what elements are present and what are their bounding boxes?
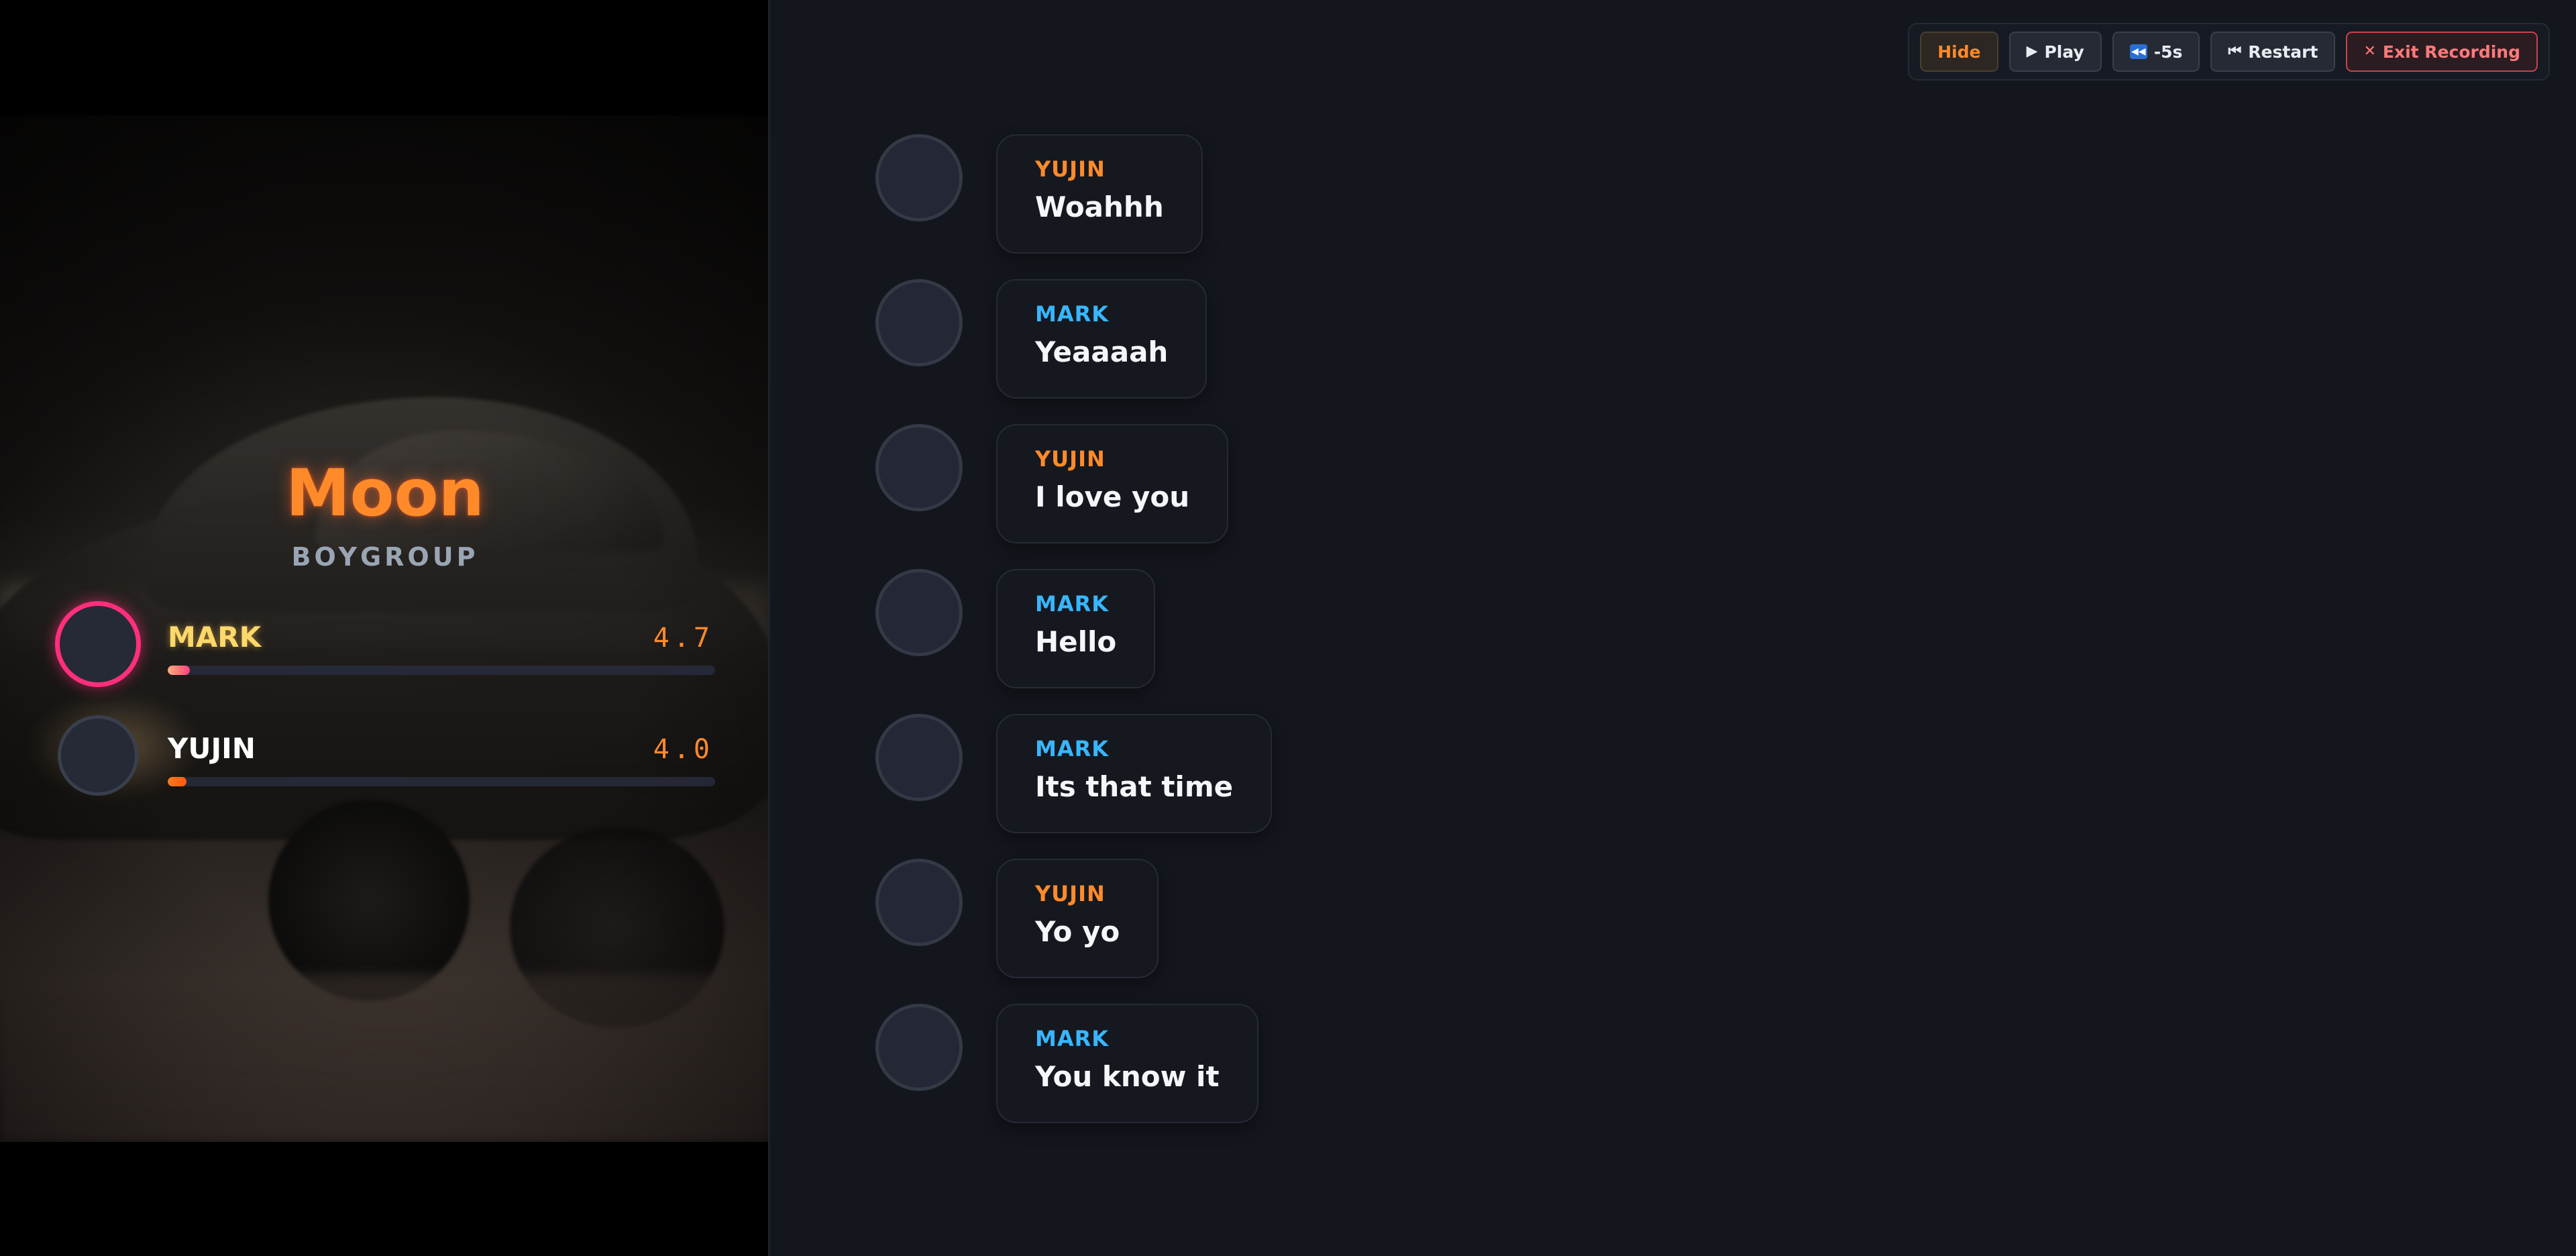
message-text: Yeaaaah [1035,335,1169,368]
message-text: Yo yo [1035,915,1120,948]
message-sender: YUJIN [1035,881,1106,906]
message-text: Woahhh [1035,191,1164,223]
avatar [875,424,963,511]
chat-message: MARK Hello [875,569,1680,688]
avatar [875,279,963,366]
player-score: 4.0 [653,734,714,765]
play-button[interactable]: ▶ Play [2008,32,2102,72]
message-sender: MARK [1035,301,1110,327]
message-bubble: YUJIN Yo yo [996,859,1159,978]
message-bubble: YUJIN Woahhh [996,134,1203,254]
avatar [875,859,963,946]
player-row-yujin: YUJIN 4.0 [0,713,768,813]
player-row-mark: MARK 4.7 [0,601,768,702]
rewind-icon: ◀◀ [2129,44,2147,59]
restart-label: Restart [2248,42,2318,62]
message-text: I love you [1035,480,1190,513]
message-sender: MARK [1035,736,1110,762]
restart-button[interactable]: ⏮ Restart [2210,32,2336,72]
exit-recording-button[interactable]: ✕ Exit Recording [2346,32,2538,72]
hide-button[interactable]: Hide [1920,32,1998,72]
chat-panel: Hide ▶ Play ◀◀ -5s ⏮ Restart ✕ Exit Reco… [772,0,2576,1256]
message-sender: YUJIN [1035,446,1106,472]
player-progress-track [168,777,715,786]
chat-message: YUJIN Woahhh [875,134,1680,254]
avatar [875,1004,963,1091]
video-panel: Moon BOYGROUP MARK 4.7 YUJIN 4.0 [0,0,770,1256]
avatar [875,714,963,801]
message-text: You know it [1035,1060,1220,1093]
player-avatar [58,715,138,796]
play-label: Play [2044,42,2084,62]
player-progress-fill [168,777,186,786]
play-icon: ▶ [2026,43,2038,60]
message-bubble: YUJIN I love you [996,424,1229,543]
message-bubble: MARK Its that time [996,714,1273,833]
avatar [875,569,963,656]
hide-label: Hide [1937,42,1981,62]
player-progress-track [168,666,715,675]
message-text: Its that time [1035,770,1234,803]
message-bubble: MARK You know it [996,1004,1258,1123]
recording-toolbar: Hide ▶ Play ◀◀ -5s ⏮ Restart ✕ Exit Reco… [1908,23,2550,81]
player-avatar [55,601,141,687]
rewind-label: -5s [2153,42,2183,62]
exit-label: Exit Recording [2382,42,2520,62]
avatar [875,134,963,221]
song-artist: BOYGROUP [291,542,479,572]
message-sender: MARK [1035,591,1110,617]
player-name: YUJIN [168,732,256,765]
chat-message: YUJIN Yo yo [875,859,1680,978]
player-name: MARK [168,621,262,653]
chat-message: MARK You know it [875,1004,1680,1123]
player-progress-fill [168,666,190,675]
message-bubble: MARK Hello [996,569,1156,688]
song-title: Moon [286,456,484,531]
message-bubble: MARK Yeaaaah [996,279,1208,399]
rewind-button[interactable]: ◀◀ -5s [2112,32,2200,72]
chat-message-list: YUJIN Woahhh MARK Yeaaaah YUJIN I love y… [875,134,1680,1149]
close-icon: ✕ [2363,43,2376,60]
skip-back-icon: ⏮ [2228,43,2242,60]
message-sender: YUJIN [1035,156,1106,182]
chat-message: MARK Its that time [875,714,1680,833]
chat-message: YUJIN I love you [875,424,1680,543]
player-score: 4.7 [653,623,714,653]
message-sender: MARK [1035,1026,1110,1051]
chat-message: MARK Yeaaaah [875,279,1680,399]
message-text: Hello [1035,625,1117,658]
